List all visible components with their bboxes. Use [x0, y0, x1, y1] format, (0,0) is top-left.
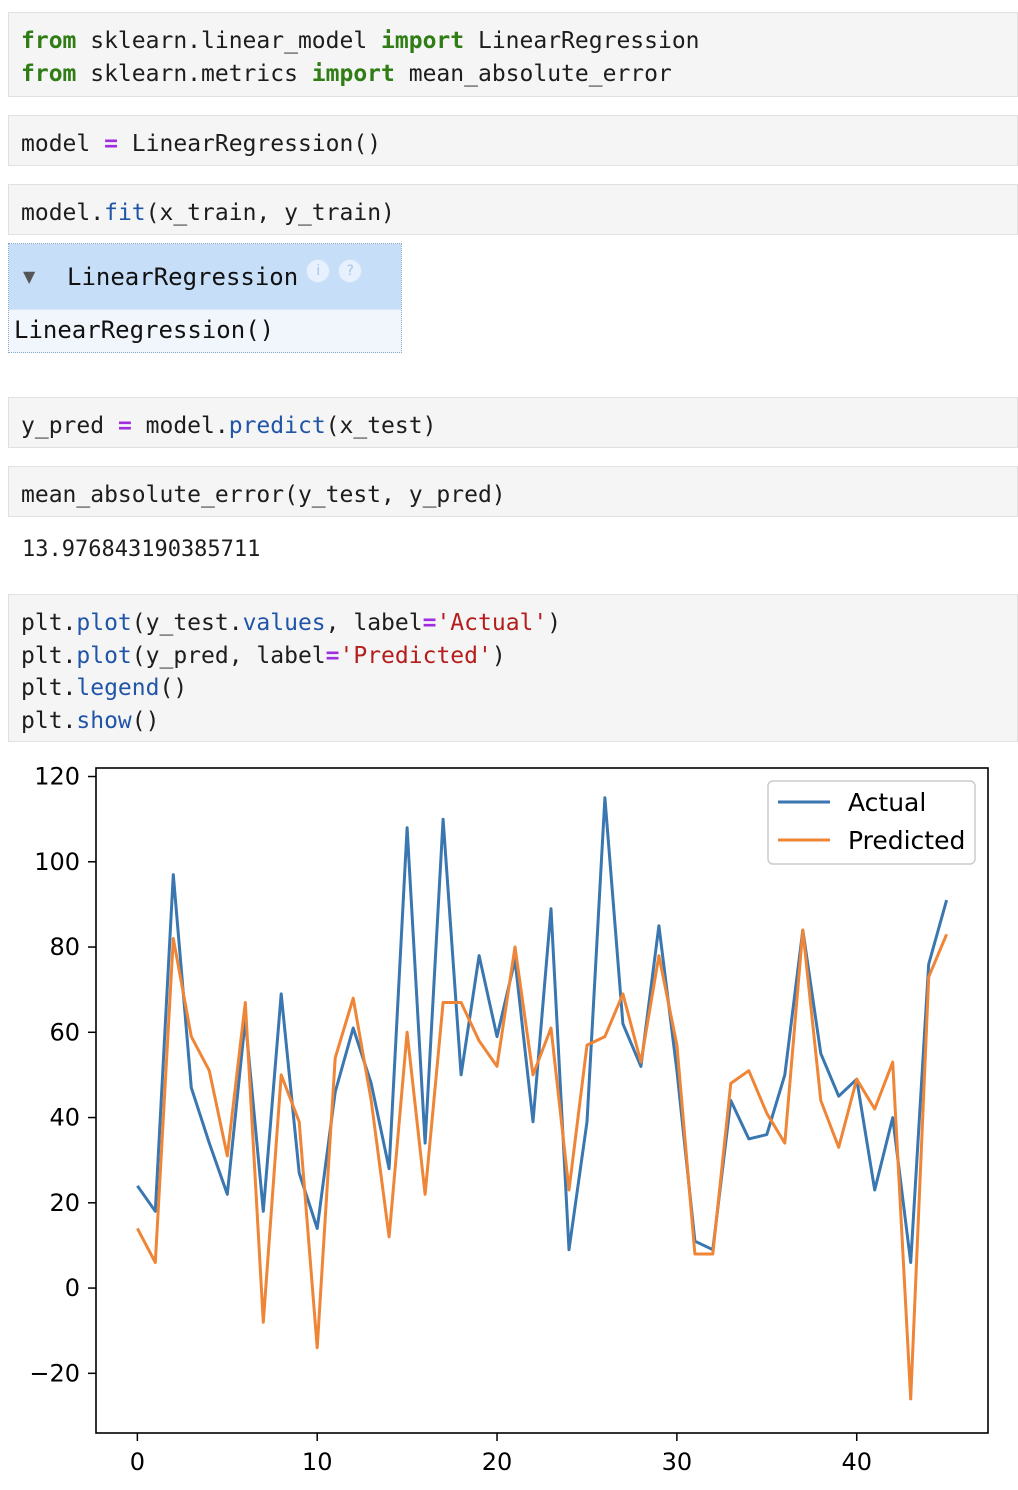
imports-code: from sklearn.linear_model import LinearR…: [9, 13, 1017, 102]
x-tick-label: 0: [130, 1448, 145, 1476]
assign-operator: =: [117, 413, 132, 439]
y-tick-label: 60: [49, 1018, 80, 1046]
method-plot: plot: [76, 642, 132, 669]
model-code: model = LinearRegression(): [9, 116, 1017, 173]
predict-code: y_pred = model.predict(x_test): [9, 398, 1017, 455]
fit-code: model.fit(x_train, y_train): [9, 185, 1017, 242]
code-text: (): [131, 707, 160, 734]
estimator-title: LinearRegression: [67, 262, 299, 291]
keyword-import: import: [381, 28, 465, 54]
collapse-arrow-icon[interactable]: ▼: [23, 267, 67, 286]
object-ref: plt.: [21, 675, 77, 701]
legend-label-predicted: Predicted: [848, 826, 965, 855]
y-tick-label: 20: [49, 1189, 80, 1217]
mae-code: mean_absolute_error(y_test, y_pred): [21, 482, 506, 508]
object-ref: plt.: [21, 642, 77, 669]
plot-code: plt.plot(y_test.values, label='Actual') …: [9, 595, 1017, 749]
estimator-header[interactable]: ▼ LinearRegression i ?: [9, 244, 401, 310]
method-legend: legend: [76, 675, 160, 701]
string-literal: 'Predicted': [339, 642, 492, 669]
y-tick-label: −20: [29, 1359, 80, 1387]
estimator-widget[interactable]: ▼ LinearRegression i ? LinearRegression(…: [8, 243, 402, 353]
assign-operator: =: [422, 610, 437, 636]
model-cell[interactable]: model = LinearRegression(): [8, 115, 1018, 166]
y-tick-label: 100: [34, 848, 80, 876]
line-chart: −20 0 20 40 60 80 100 120 0 10 20 30 40 Actual Predic…: [29, 763, 989, 1476]
series-line-actual: [136, 796, 949, 1264]
chart-axes: −20 0 20 40 60 80 100 120 0 10 20 30 40: [29, 763, 989, 1476]
object-ref: model.: [21, 200, 105, 226]
object-ref: plt.: [21, 707, 77, 734]
string-literal: 'Actual': [436, 610, 548, 636]
x-tick-label: 20: [482, 1448, 513, 1476]
method-predict: predict: [228, 413, 326, 439]
keyword-from: from: [21, 28, 77, 54]
x-tick-label: 40: [841, 1448, 872, 1476]
assign-operator: =: [325, 642, 340, 669]
var-model: model: [21, 131, 105, 157]
y-tick-label: 0: [65, 1274, 80, 1302]
help-icon[interactable]: ?: [338, 258, 363, 283]
x-tick-label: 10: [302, 1448, 333, 1476]
code-text: (y_pred, label: [131, 642, 326, 669]
fit-cell[interactable]: model.fit(x_train, y_train): [8, 184, 1018, 235]
y-tick-label: 120: [34, 763, 80, 791]
plot-frame: [95, 767, 989, 1434]
call-args: (x_train, y_train): [145, 200, 395, 226]
keyword-from: from: [21, 60, 77, 87]
call-args: (x_test): [325, 413, 437, 439]
y-tick-label: 40: [49, 1104, 80, 1132]
estimator-repr: LinearRegression(): [14, 316, 275, 344]
code-text: , label: [325, 610, 423, 636]
info-icon[interactable]: i: [306, 258, 331, 283]
module-name: sklearn.metrics: [76, 60, 312, 87]
var-y-pred: y_pred: [21, 413, 118, 439]
imported-name: mean_absolute_error: [394, 60, 672, 87]
legend-label-actual: Actual: [848, 788, 926, 817]
attr-values: values: [242, 610, 326, 636]
code-text: ): [491, 642, 506, 669]
imports-cell[interactable]: from sklearn.linear_model import LinearR…: [8, 12, 1018, 97]
x-tick-label: 30: [662, 1448, 693, 1476]
predict-cell[interactable]: y_pred = model.predict(x_test): [8, 397, 1018, 448]
object-ref: model.: [131, 413, 229, 439]
constructor-call: LinearRegression(): [117, 131, 382, 157]
keyword-import: import: [311, 60, 395, 87]
plot-cell[interactable]: plt.plot(y_test.values, label='Actual') …: [8, 594, 1018, 742]
y-tick-label: 80: [49, 933, 80, 961]
chart-series: [136, 796, 949, 1401]
mae-output: 13.976843190385711: [22, 537, 261, 562]
method-show: show: [76, 707, 132, 734]
assign-operator: =: [104, 131, 118, 157]
code-text: ): [547, 610, 562, 636]
code-text: (y_test.: [131, 610, 243, 636]
object-ref: plt.: [21, 610, 77, 636]
module-name: sklearn.linear_model: [76, 28, 382, 54]
code-text: (): [159, 675, 188, 701]
chart-legend: Actual Predicted: [767, 780, 976, 865]
imported-name: LinearRegression: [464, 28, 700, 54]
method-fit: fit: [104, 200, 146, 226]
method-plot: plot: [76, 610, 132, 636]
mae-cell[interactable]: mean_absolute_error(y_test, y_pred): [8, 466, 1018, 517]
